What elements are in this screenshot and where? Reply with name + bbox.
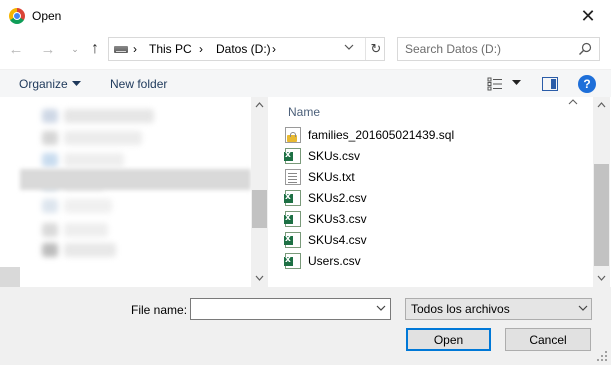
- excel-csv-icon: [284, 210, 301, 227]
- breadcrumb-separator-icon[interactable]: ›: [133, 42, 137, 56]
- up-arrow-icon[interactable]: ↑: [86, 40, 104, 58]
- window-title: Open: [32, 9, 62, 23]
- resize-grip-icon[interactable]: [596, 350, 608, 362]
- scroll-up-arrow-icon[interactable]: [593, 100, 610, 110]
- file-item[interactable]: SKUs2.csv: [284, 187, 367, 208]
- scroll-up-arrow-icon[interactable]: [251, 100, 268, 112]
- scroll-down-arrow-icon[interactable]: [251, 273, 268, 285]
- refresh-icon[interactable]: ↻: [367, 38, 385, 60]
- nav-item[interactable]: [64, 109, 154, 123]
- file-name-dropdown-icon[interactable]: [376, 303, 386, 316]
- nav-item-icon: [42, 109, 58, 123]
- dialog-footer: File name: Todos los archivos Open Cance…: [0, 287, 611, 365]
- file-item[interactable]: SKUs.csv: [284, 145, 361, 166]
- back-arrow-icon[interactable]: ←: [7, 40, 25, 58]
- nav-item-icon: [42, 223, 58, 237]
- forward-arrow-icon[interactable]: →: [39, 40, 57, 58]
- recent-locations-chevron-icon[interactable]: ⌄: [66, 40, 84, 58]
- navigation-pane[interactable]: [0, 97, 251, 287]
- file-item[interactable]: SKUs3.csv: [284, 208, 367, 229]
- file-item[interactable]: SKUs4.csv: [284, 229, 367, 250]
- address-dropdown-chevron-icon[interactable]: [344, 42, 354, 55]
- new-folder-button[interactable]: New folder: [110, 77, 167, 91]
- scrollbar-thumb[interactable]: [594, 164, 609, 266]
- file-type-dropdown-icon[interactable]: [578, 303, 588, 316]
- help-button[interactable]: ?: [578, 75, 596, 93]
- command-toolbar: Organize New folder ?: [0, 69, 611, 97]
- file-item[interactable]: Users.csv: [284, 250, 361, 271]
- nav-item[interactable]: [64, 199, 112, 213]
- nav-selection-edge: [0, 267, 20, 287]
- navigation-tree-blurred: [20, 97, 250, 287]
- scroll-down-arrow-icon[interactable]: [593, 273, 610, 283]
- address-bar[interactable]: › This PC › Datos (D:) › ↻: [108, 37, 385, 61]
- file-name: SKUs2.csv: [308, 190, 367, 205]
- organize-dropdown-icon[interactable]: [72, 79, 81, 89]
- file-name: SKUs3.csv: [308, 211, 367, 226]
- nav-item[interactable]: [64, 223, 108, 237]
- breadcrumb-separator-icon[interactable]: ›: [199, 42, 203, 56]
- column-header-name[interactable]: Name: [288, 105, 320, 119]
- file-name-label: File name:: [131, 303, 188, 317]
- breadcrumb-this-pc[interactable]: This PC: [149, 42, 192, 56]
- drive-icon: [114, 46, 128, 53]
- nav-item-selected[interactable]: [20, 169, 251, 190]
- nav-item[interactable]: [64, 243, 116, 257]
- search-input[interactable]: [398, 38, 568, 60]
- change-view-icon[interactable]: [487, 77, 503, 91]
- address-divider: [365, 38, 366, 60]
- search-box[interactable]: [397, 37, 600, 61]
- breadcrumb-datos-drive[interactable]: Datos (D:): [216, 42, 271, 56]
- chrome-app-icon: [9, 8, 25, 24]
- file-item[interactable]: families_201605021439.sql: [285, 124, 454, 145]
- sql-file-icon: [285, 126, 301, 143]
- nav-item[interactable]: [64, 153, 124, 167]
- excel-csv-icon: [284, 252, 301, 269]
- nav-item-icon: [42, 199, 58, 213]
- file-list[interactable]: Name families_201605021439.sql SKUs.csv …: [268, 97, 593, 287]
- title-bar: Open ✕: [0, 0, 611, 32]
- sort-ascending-icon: [568, 97, 578, 108]
- nav-scrollbar[interactable]: [251, 97, 268, 287]
- excel-csv-icon: [284, 147, 301, 164]
- open-button[interactable]: Open: [406, 328, 491, 351]
- text-file-icon: [285, 168, 301, 185]
- file-name-combobox[interactable]: [190, 298, 391, 320]
- nav-item[interactable]: [64, 131, 142, 145]
- file-name: SKUs.csv: [308, 148, 361, 163]
- organize-button[interactable]: Organize: [19, 77, 68, 91]
- excel-csv-icon: [284, 231, 301, 248]
- file-name-input[interactable]: [191, 299, 371, 319]
- nav-item-icon: [42, 243, 58, 257]
- file-name: Users.csv: [308, 253, 361, 268]
- file-name: SKUs4.csv: [308, 232, 367, 247]
- close-button[interactable]: ✕: [565, 0, 611, 32]
- nav-item-icon: [42, 153, 58, 167]
- nav-item-icon: [42, 131, 58, 145]
- search-icon[interactable]: [578, 42, 592, 56]
- file-name: SKUs.txt: [308, 169, 355, 184]
- excel-csv-icon: [284, 189, 301, 206]
- view-dropdown-icon[interactable]: [512, 78, 521, 88]
- file-name: families_201605021439.sql: [308, 127, 455, 142]
- breadcrumb-separator-icon[interactable]: ›: [272, 42, 276, 56]
- file-type-value: Todos los archivos: [411, 302, 510, 316]
- file-list-scrollbar[interactable]: [593, 97, 610, 287]
- file-type-select[interactable]: Todos los archivos: [405, 298, 592, 320]
- cancel-button[interactable]: Cancel: [505, 328, 591, 351]
- file-item[interactable]: SKUs.txt: [285, 166, 355, 187]
- scrollbar-thumb[interactable]: [252, 190, 267, 228]
- preview-pane-icon[interactable]: [542, 77, 558, 91]
